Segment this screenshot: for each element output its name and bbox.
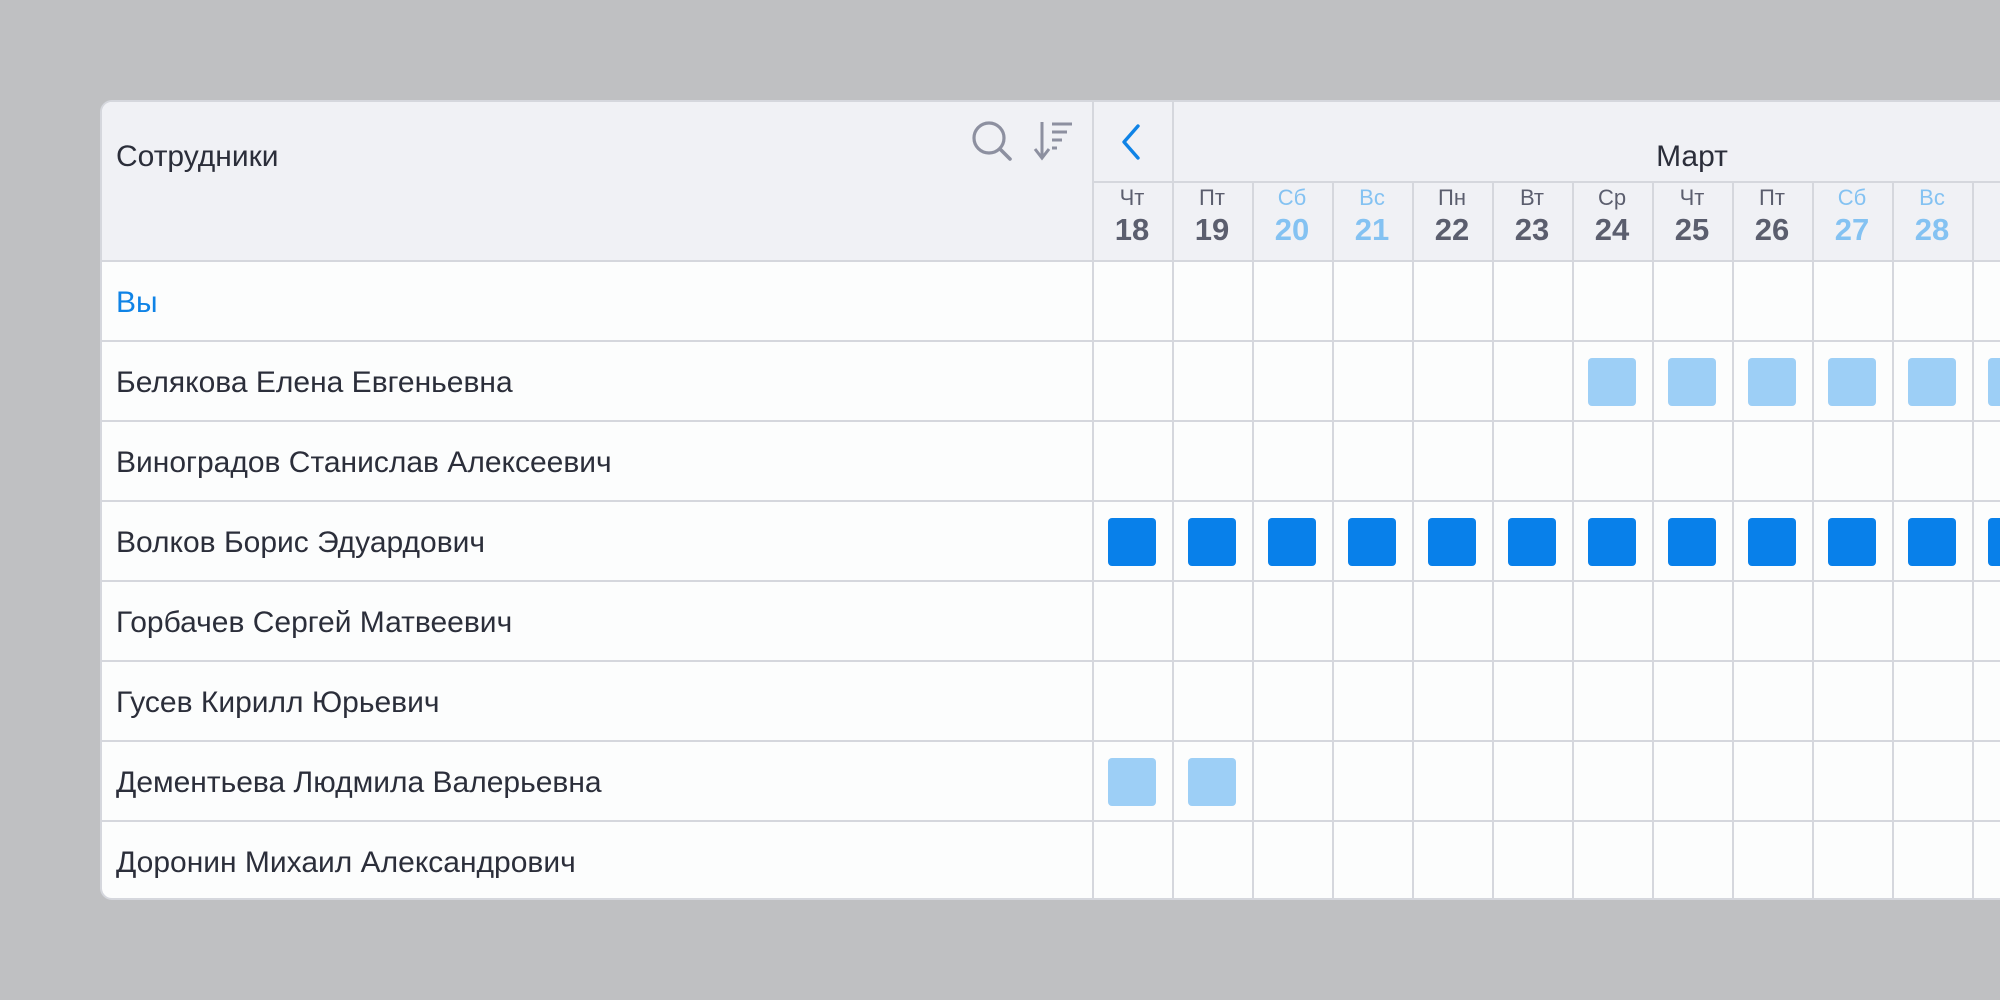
day-name: Вс <box>1919 185 1945 210</box>
shift-block[interactable] <box>1108 518 1156 566</box>
sort-icon[interactable] <box>1032 119 1076 163</box>
day-header: Пн 22 <box>1412 186 1492 248</box>
day-name: Ср <box>1597 185 1627 210</box>
shift-block[interactable] <box>1588 518 1636 566</box>
chevron-left-icon <box>1122 124 1140 160</box>
day-column-divider <box>1812 182 1814 898</box>
day-column-divider <box>1332 182 1334 898</box>
day-column-divider <box>1492 182 1494 898</box>
day-header: Вс 21 <box>1332 186 1412 248</box>
month-divider <box>1092 181 2000 183</box>
shift-block[interactable] <box>1348 518 1396 566</box>
day-header: Ср 24 <box>1572 186 1652 248</box>
day-number: 20 <box>1274 212 1310 247</box>
month-title: Март <box>1656 140 1728 173</box>
day-number: 27 <box>1834 212 1870 247</box>
day-number: 22 <box>1434 212 1470 247</box>
day-header: Вс 28 <box>1892 186 1972 248</box>
row-divider <box>102 820 2000 822</box>
day-column-divider <box>1412 182 1414 898</box>
day-column-divider <box>1652 182 1654 898</box>
employees-title: Сотрудники <box>116 140 279 173</box>
day-name: Пт <box>1199 185 1225 210</box>
day-header: Пт 26 <box>1732 186 1812 248</box>
day-name: Пн <box>1438 185 1466 210</box>
day-name: Вт <box>1519 185 1545 210</box>
shift-block[interactable] <box>1268 518 1316 566</box>
shift-block-tentative[interactable] <box>1748 358 1796 406</box>
day-column-divider <box>1892 182 1894 898</box>
employee-name[interactable]: Дементьева Людмила Валерьевна <box>116 766 602 800</box>
employee-name[interactable]: Гусев Кирилл Юрьевич <box>116 686 440 720</box>
day-column-divider <box>1252 182 1254 898</box>
shift-block-tentative[interactable] <box>1828 358 1876 406</box>
day-name: Чт <box>1679 185 1705 210</box>
row-divider <box>102 660 2000 662</box>
day-column-divider <box>1172 182 1174 898</box>
day-number: 23 <box>1514 212 1550 247</box>
shift-block[interactable] <box>1828 518 1876 566</box>
day-number: 2 <box>1972 188 2000 224</box>
day-name: Вс <box>1359 185 1385 210</box>
day-header: Сб 20 <box>1252 186 1332 248</box>
day-header: Чт 25 <box>1652 186 1732 248</box>
shift-block-tentative[interactable] <box>1668 358 1716 406</box>
schedule-panel: Сотрудники Март Чт 18 Пт 19 Сб 20 Вс 21 Пн 22 Вт 23… <box>100 100 2000 900</box>
shift-block-tentative[interactable] <box>1188 758 1236 806</box>
employee-name[interactable]: Горбачев Сергей Матвеевич <box>116 606 512 640</box>
day-name: Пт <box>1759 185 1785 210</box>
day-name: Чт <box>1119 185 1145 210</box>
employee-name[interactable]: Белякова Елена Евгеньевна <box>116 366 513 400</box>
row-divider <box>102 420 2000 422</box>
day-number: 18 <box>1114 212 1150 247</box>
shift-block[interactable] <box>1668 518 1716 566</box>
employee-name[interactable]: Виноградов Станислав Алексеевич <box>116 446 612 480</box>
shift-block[interactable] <box>1508 518 1556 566</box>
day-column-divider <box>1972 182 1974 898</box>
day-number: 19 <box>1194 212 1230 247</box>
day-header: Чт 18 <box>1092 186 1172 248</box>
day-header: Сб 27 <box>1812 186 1892 248</box>
row-divider <box>102 340 2000 342</box>
employee-name[interactable]: Доронин Михаил Александрович <box>116 846 576 880</box>
search-icon[interactable] <box>970 119 1014 163</box>
employee-name[interactable]: Волков Борис Эдуардович <box>116 526 485 560</box>
shift-block[interactable] <box>1748 518 1796 566</box>
row-divider <box>102 500 2000 502</box>
shift-block-tentative[interactable] <box>1908 358 1956 406</box>
day-number: 26 <box>1754 212 1790 247</box>
shift-block-tentative[interactable] <box>1988 358 2000 406</box>
shift-block[interactable] <box>1988 518 2000 566</box>
day-number: 25 <box>1674 212 1710 247</box>
shift-block-tentative[interactable] <box>1588 358 1636 406</box>
shift-block[interactable] <box>1428 518 1476 566</box>
current-user-label[interactable]: Вы <box>116 286 158 320</box>
day-number: 24 <box>1594 212 1630 247</box>
shift-block[interactable] <box>1908 518 1956 566</box>
shift-block[interactable] <box>1188 518 1236 566</box>
header-divider <box>102 260 2000 262</box>
day-header: 2 <box>1972 186 2000 224</box>
row-divider <box>102 740 2000 742</box>
day-name: Сб <box>1837 185 1867 210</box>
row-divider <box>102 580 2000 582</box>
day-name: Сб <box>1277 185 1307 210</box>
day-header: Пт 19 <box>1172 186 1252 248</box>
shift-block-tentative[interactable] <box>1108 758 1156 806</box>
day-header: Вт 23 <box>1492 186 1572 248</box>
day-number: 28 <box>1914 212 1950 247</box>
prev-month-button[interactable] <box>1092 104 1172 180</box>
day-column-divider <box>1732 182 1734 898</box>
day-column-divider <box>1572 182 1574 898</box>
day-number: 21 <box>1354 212 1390 247</box>
